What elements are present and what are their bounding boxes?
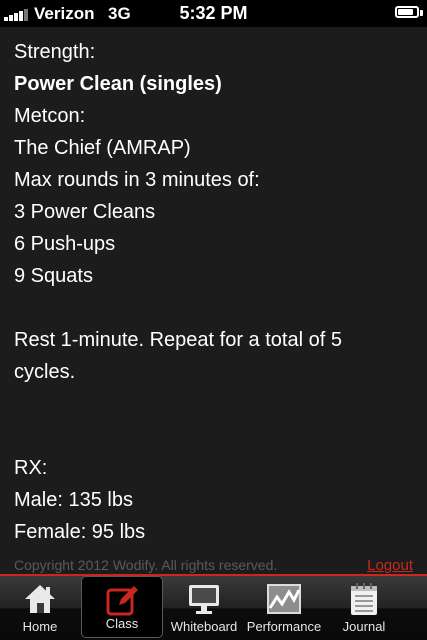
metcon-line: 6 Push-ups bbox=[14, 233, 116, 255]
tab-label-journal: Journal bbox=[342, 619, 386, 634]
rest-instructions: Rest 1-minute. Repeat for a total of 5 bbox=[14, 329, 342, 351]
metcon-heading: Metcon: bbox=[14, 105, 86, 127]
tab-home[interactable]: Home bbox=[0, 576, 80, 640]
tab-label-performance: Performance bbox=[246, 619, 322, 634]
monitor-icon bbox=[189, 585, 219, 614]
battery-tip bbox=[420, 10, 423, 16]
home-icon bbox=[25, 585, 55, 613]
app-screen: Verizon 3G 5:32 PM Strength: Power Clean… bbox=[0, 0, 427, 640]
pencil-box-icon bbox=[106, 586, 138, 616]
battery-level bbox=[398, 9, 414, 15]
metcon-line: Max rounds in 3 minutes of: bbox=[14, 169, 260, 191]
tab-label-home: Home bbox=[22, 619, 58, 634]
tab-label-class: Class bbox=[105, 616, 139, 631]
tab-journal[interactable]: Journal bbox=[324, 576, 404, 640]
rest-instructions-cont: cycles. bbox=[14, 361, 76, 383]
status-time: 5:32 PM bbox=[179, 3, 248, 23]
metcon-name: The Chief (AMRAP) bbox=[14, 137, 191, 159]
logout-link[interactable]: Logout bbox=[367, 557, 413, 574]
copyright-text: Copyright 2012 Wodify. All rights reserv… bbox=[14, 557, 278, 573]
tab-whiteboard[interactable]: Whiteboard bbox=[164, 576, 244, 640]
rx-heading: RX: bbox=[14, 457, 48, 479]
metcon-line: 9 Squats bbox=[14, 265, 93, 287]
strength-movement: Power Clean (singles) bbox=[14, 73, 222, 95]
tab-bar: Home Class Whiteboard Performance Journa… bbox=[0, 576, 427, 640]
line-graph-icon bbox=[267, 584, 301, 614]
tab-performance[interactable]: Performance bbox=[244, 576, 324, 640]
rx-male: Male: 135 lbs bbox=[14, 489, 133, 511]
tab-label-whiteboard: Whiteboard bbox=[170, 619, 238, 634]
notepad-icon bbox=[351, 583, 377, 615]
workout-details: Strength: Power Clean (singles) Metcon: … bbox=[14, 36, 414, 548]
metcon-line: 3 Power Cleans bbox=[14, 201, 156, 223]
strength-heading: Strength: bbox=[14, 41, 96, 63]
tab-class[interactable]: Class bbox=[81, 576, 163, 638]
rx-female: Female: 95 lbs bbox=[14, 521, 146, 543]
status-bar: Verizon 3G 5:32 PM bbox=[0, 0, 427, 27]
battery-icon bbox=[395, 6, 419, 18]
